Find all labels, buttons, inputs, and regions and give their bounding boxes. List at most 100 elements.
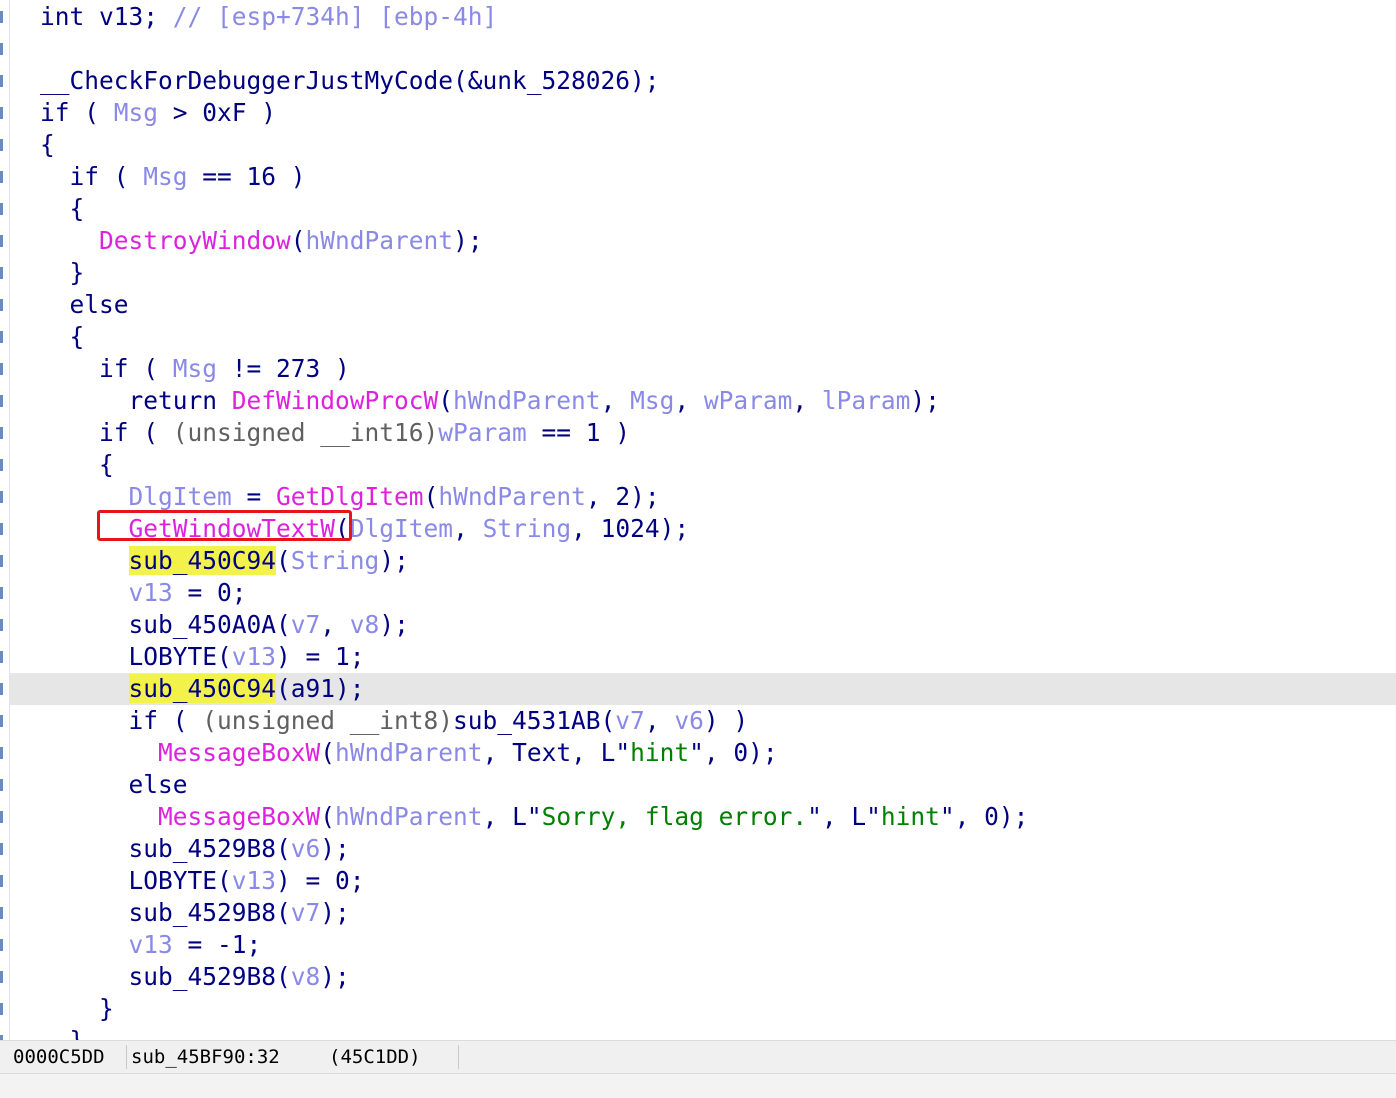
code-token: ( bbox=[290, 226, 306, 255]
code-line-text: if ( Msg == 16 ) bbox=[40, 161, 306, 193]
code-line-text: { bbox=[40, 321, 85, 353]
code-token[interactable]: sub_450C94 bbox=[128, 546, 277, 575]
code-line[interactable]: else bbox=[10, 289, 1396, 321]
gutter-marker bbox=[0, 939, 3, 951]
code-line[interactable]: sub_450A0A(v7, v8); bbox=[10, 609, 1396, 641]
code-line[interactable]: sub_450C94(String); bbox=[10, 545, 1396, 577]
annotation-red-box bbox=[97, 510, 352, 541]
code-token: , bbox=[320, 610, 350, 639]
gutter-marker bbox=[0, 75, 3, 87]
code-token: { bbox=[40, 194, 85, 223]
code-line-text: { bbox=[40, 129, 55, 161]
code-token: return bbox=[40, 386, 232, 415]
code-token: } bbox=[40, 258, 85, 287]
code-token: { bbox=[40, 130, 55, 159]
code-line-text: if ( Msg > 0xF ) bbox=[40, 97, 276, 129]
code-token: ); bbox=[320, 898, 350, 927]
code-token[interactable]: GetDlgItem bbox=[276, 482, 424, 511]
window-bottom-strip bbox=[0, 1073, 1396, 1098]
code-line-text: v13 = -1; bbox=[40, 929, 262, 961]
code-token: v8 bbox=[349, 610, 380, 639]
code-token[interactable]: DefWindowProcW bbox=[232, 386, 439, 415]
code-token: = bbox=[231, 482, 277, 511]
code-line[interactable]: sub_4529B8(v6); bbox=[10, 833, 1396, 865]
gutter-marker bbox=[0, 875, 3, 887]
code-token[interactable]: MessageBoxW bbox=[158, 802, 320, 831]
gutter-marker bbox=[0, 491, 3, 503]
code-line[interactable]: { bbox=[10, 129, 1396, 161]
code-token: ", 0); bbox=[689, 738, 778, 767]
code-token: (unsigned __int8) bbox=[202, 706, 454, 735]
code-token: v7 bbox=[290, 898, 321, 927]
gutter-marker bbox=[0, 843, 3, 855]
gutter-marker bbox=[0, 299, 3, 311]
code-token: else bbox=[40, 770, 188, 799]
code-line[interactable]: v13 = 0; bbox=[10, 577, 1396, 609]
code-line[interactable]: { bbox=[10, 449, 1396, 481]
code-line[interactable]: { bbox=[10, 193, 1396, 225]
code-line[interactable]: __CheckForDebuggerJustMyCode(&unk_528026… bbox=[10, 65, 1396, 97]
code-token: v13 bbox=[231, 642, 277, 671]
code-line-text: int v13; // [esp+734h] [ebp-4h] bbox=[40, 1, 497, 33]
code-line[interactable]: LOBYTE(v13) = 1; bbox=[10, 641, 1396, 673]
code-token: v6 bbox=[674, 706, 704, 735]
code-line[interactable]: } bbox=[10, 257, 1396, 289]
code-line[interactable]: { bbox=[10, 321, 1396, 353]
code-line[interactable]: return DefWindowProcW(hWndParent, Msg, w… bbox=[10, 385, 1396, 417]
code-token: (a91); bbox=[276, 674, 365, 703]
code-token[interactable]: DestroyWindow bbox=[99, 226, 291, 255]
code-token: wParam bbox=[438, 418, 527, 447]
code-line[interactable]: MessageBoxW(hWndParent, L"Sorry, flag er… bbox=[10, 801, 1396, 833]
code-line[interactable]: else bbox=[10, 769, 1396, 801]
code-token: if ( bbox=[40, 706, 203, 735]
gutter-marker bbox=[0, 427, 3, 439]
line-gutter bbox=[0, 0, 10, 1047]
gutter-marker bbox=[0, 1003, 3, 1015]
code-token: , Text, L" bbox=[482, 738, 631, 767]
code-line[interactable]: } bbox=[10, 1025, 1396, 1040]
code-line[interactable]: } bbox=[10, 993, 1396, 1025]
code-line[interactable]: if ( Msg != 273 ) bbox=[10, 353, 1396, 385]
gutter-marker bbox=[0, 139, 3, 151]
code-line[interactable]: if ( Msg == 16 ) bbox=[10, 161, 1396, 193]
code-token: = 0; bbox=[172, 578, 247, 607]
code-line[interactable]: v13 = -1; bbox=[10, 929, 1396, 961]
code-line[interactable]: LOBYTE(v13) = 0; bbox=[10, 865, 1396, 897]
code-token: v8 bbox=[290, 962, 321, 991]
code-line[interactable]: if ( (unsigned __int8)sub_4531AB(v7, v6)… bbox=[10, 705, 1396, 737]
code-token: ( bbox=[423, 482, 439, 511]
code-line[interactable]: DlgItem = GetDlgItem(hWndParent, 2); bbox=[10, 481, 1396, 513]
code-token[interactable]: sub_450C94 bbox=[128, 674, 277, 703]
code-token: , 2); bbox=[585, 482, 660, 511]
code-token[interactable]: MessageBoxW bbox=[158, 738, 320, 767]
code-line-text: return DefWindowProcW(hWndParent, Msg, w… bbox=[40, 385, 940, 417]
code-line-text: v13 = 0; bbox=[40, 577, 247, 609]
code-token: hWndParent bbox=[335, 738, 483, 767]
code-token: hWndParent bbox=[453, 386, 601, 415]
code-line[interactable]: DestroyWindow(hWndParent); bbox=[10, 225, 1396, 257]
code-line[interactable]: sub_4529B8(v8); bbox=[10, 961, 1396, 993]
code-line[interactable]: if ( (unsigned __int16)wParam == 1 ) bbox=[10, 417, 1396, 449]
code-line[interactable] bbox=[10, 33, 1396, 65]
code-line[interactable]: sub_4529B8(v7); bbox=[10, 897, 1396, 929]
code-line-text: MessageBoxW(hWndParent, L"Sorry, flag er… bbox=[40, 801, 1028, 833]
gutter-marker bbox=[0, 11, 3, 23]
gutter-marker bbox=[0, 779, 3, 791]
code-token: , L" bbox=[482, 802, 542, 831]
code-token: Msg bbox=[172, 354, 218, 383]
code-line-text: MessageBoxW(hWndParent, Text, L"hint", 0… bbox=[40, 737, 778, 769]
gutter-marker bbox=[0, 971, 3, 983]
gutter-marker bbox=[0, 811, 3, 823]
code-line-current[interactable]: sub_450C94(a91); bbox=[10, 673, 1396, 705]
code-line[interactable]: MessageBoxW(hWndParent, Text, L"hint", 0… bbox=[10, 737, 1396, 769]
code-line[interactable]: if ( Msg > 0xF ) bbox=[10, 97, 1396, 129]
code-token: != 273 ) bbox=[217, 354, 350, 383]
code-token: if ( bbox=[40, 98, 114, 127]
code-token: hint bbox=[630, 738, 690, 767]
code-token: v13 bbox=[231, 866, 277, 895]
code-token: ) = 0; bbox=[276, 866, 365, 895]
code-token: Sorry, flag error. bbox=[541, 802, 808, 831]
code-line[interactable]: int v13; // [esp+734h] [ebp-4h] bbox=[10, 1, 1396, 33]
